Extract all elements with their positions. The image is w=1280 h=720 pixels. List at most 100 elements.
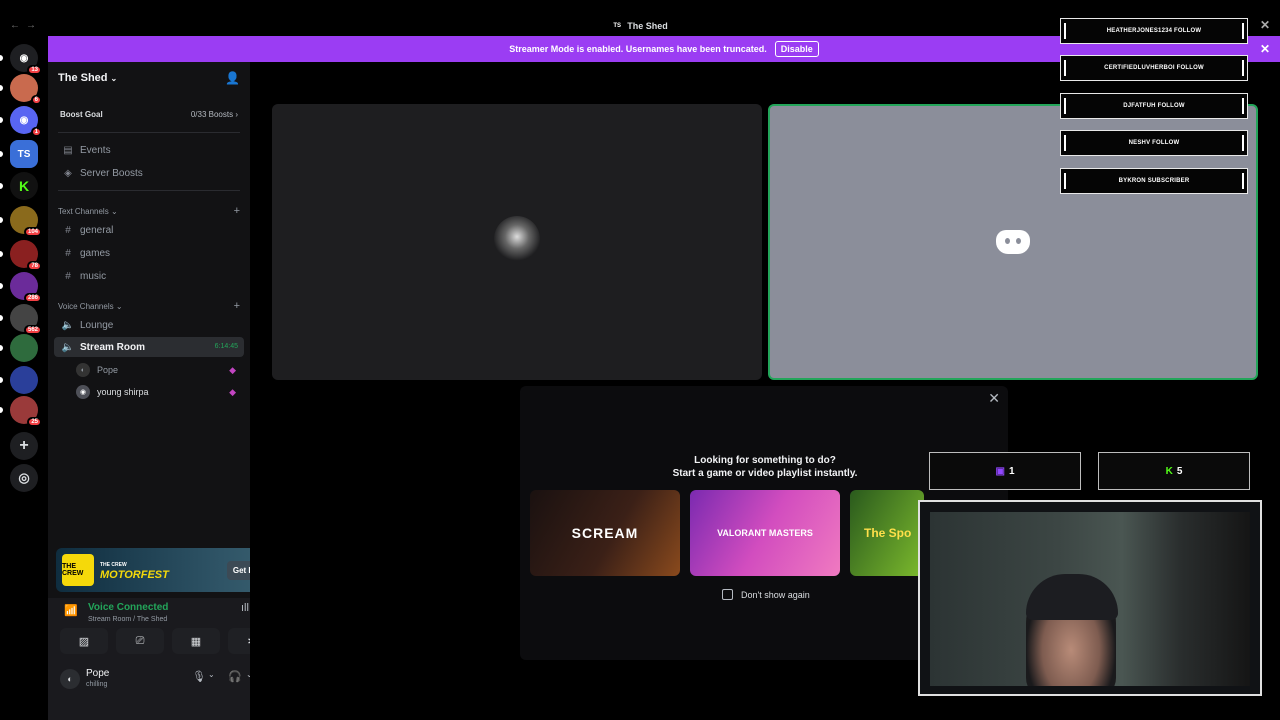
create-channel-icon[interactable]: + (234, 205, 240, 217)
server-glyph: K (18, 178, 30, 194)
voice-user-name: young shirpa (97, 387, 149, 397)
channel-general[interactable]: # general (54, 220, 244, 240)
category-label: Voice Channels (58, 302, 114, 311)
activity-card-scream[interactable]: SCREAM (530, 490, 680, 576)
checkbox[interactable] (722, 589, 733, 600)
window-close-icon[interactable]: ✕ (1260, 18, 1270, 32)
activity-card-valorant[interactable]: VALORANT MASTERS (690, 490, 840, 576)
speaker-icon: 🔈 (61, 319, 75, 331)
participant-tile-pope[interactable] (272, 104, 762, 380)
disable-streamer-mode-button[interactable]: Disable (774, 41, 819, 57)
signal-icon[interactable]: 📶 (64, 604, 78, 617)
channel-games[interactable]: # games (54, 243, 244, 263)
microphone-icon[interactable]: 🎙 (192, 670, 206, 683)
unread-badge: 25 (27, 417, 42, 427)
card-title: SCREAM (571, 525, 639, 541)
sidebar-item-server-boosts[interactable]: ◈ Server Boosts (54, 163, 244, 183)
server-icon-server-5[interactable]: 286 (0, 272, 42, 303)
calendar-icon: ▤ (63, 144, 73, 156)
unread-badge: 13 (27, 65, 42, 75)
activity-card-third[interactable]: The Spo (850, 490, 924, 576)
channel-label: Lounge (80, 319, 114, 331)
user-avatar[interactable]: ◐ (60, 669, 80, 689)
voice-status[interactable]: Voice Connected (88, 602, 168, 613)
activities-button[interactable]: ▦ (172, 628, 220, 654)
chevron-down-icon: ⌄ (110, 74, 118, 83)
boost-icon: ◈ (64, 167, 72, 179)
kick-viewer-count: K5 (1098, 452, 1250, 490)
subscriber-alert: BYKRON SUBSCRIBER (1060, 168, 1248, 194)
stream-timer: 6:14:45 (214, 343, 238, 350)
server-icon-server-7[interactable] (0, 334, 38, 362)
unread-indicator (0, 251, 3, 257)
webcam-frame (918, 500, 1262, 696)
unread-badge: 104 (23, 227, 42, 237)
promo-title: THE CREW MOTORFEST (100, 560, 200, 581)
unread-badge: 78 (27, 261, 42, 271)
boost-goal-label: Boost Goal (60, 109, 103, 119)
channel-lounge[interactable]: 🔈 Lounge (54, 315, 244, 335)
activities-icon: ▦ (190, 635, 202, 648)
chevron-right-icon: › (235, 109, 238, 119)
server-icon-server-4[interactable]: 78 (0, 240, 42, 271)
alert-text: BYKRON SUBSCRIBER (1118, 178, 1190, 184)
dont-show-again-checkbox[interactable]: Don't show again (722, 589, 810, 600)
server-icon-server-8[interactable] (0, 366, 38, 394)
create-channel-icon[interactable]: + (234, 300, 240, 312)
hash-icon: # (65, 247, 71, 259)
chevron-down-icon[interactable]: ⌄ (208, 670, 215, 679)
sidebar-item-events[interactable]: ▤ Events (54, 140, 244, 160)
chevron-down-icon: ⌄ (110, 207, 118, 216)
camera-button[interactable]: ▨ (60, 628, 108, 654)
unread-indicator (0, 117, 3, 123)
channel-label: games (80, 247, 111, 259)
invite-people-icon[interactable]: 👤 (225, 71, 240, 85)
server-name: The Shed (58, 72, 108, 84)
unread-indicator (0, 407, 3, 413)
channel-music[interactable]: # music (54, 266, 244, 286)
server-icon-server-the-shed[interactable]: TS (0, 140, 38, 168)
screen-share-button[interactable]: ⎚ (116, 628, 164, 654)
voice-user[interactable]: ◐ Pope ◆ (76, 361, 244, 379)
boost-goal[interactable]: Boost Goal 0/33 Boosts › (54, 104, 244, 124)
follow-alert: HEATHERJONES1234 FOLLOW (1060, 18, 1248, 44)
banner-close-icon[interactable]: ✕ (1260, 42, 1270, 56)
voice-user[interactable]: ◉ young shirpa ◆ (76, 383, 244, 401)
card-title: The Spo (864, 526, 912, 540)
category-label: Text Channels (58, 207, 109, 216)
avatar: ◉ (76, 385, 90, 399)
text-channels-category[interactable]: Text Channels ⌄ + (58, 205, 240, 217)
server-icon-server-9[interactable]: 25 (0, 396, 42, 427)
banner-message: Streamer Mode is enabled. Usernames have… (509, 44, 767, 54)
close-icon[interactable]: ✕ (988, 390, 1000, 407)
headphones-icon[interactable]: 🎧 (228, 670, 242, 683)
add-server-icon[interactable]: + (10, 432, 38, 460)
kick-icon: K (1165, 465, 1173, 477)
streaming-icon: ◆ (229, 386, 236, 397)
server-icon-server-kick[interactable]: K (0, 172, 38, 200)
voice-channels-category[interactable]: Voice Channels ⌄ + (58, 300, 240, 312)
explore-icon[interactable]: ◎ (10, 464, 38, 492)
checkbox-label: Don't show again (741, 589, 810, 600)
voice-user-name: Pope (97, 365, 119, 375)
server-header[interactable]: The Shed ⌄ (58, 72, 117, 84)
server-rail: ◉ 13 6 ◉ 1 TS K 104 78 286 562 25 + ◎ (0, 36, 48, 720)
server-icon-direct-messages[interactable]: ◉ 13 (0, 44, 42, 75)
channel-stream-room[interactable]: 🔈 Stream Room 6:14:45 (54, 337, 244, 357)
server-icon-server-2[interactable]: ◉ 1 (0, 106, 42, 137)
kick-count: 5 (1176, 465, 1183, 477)
server-icon-server-6[interactable]: 562 (0, 304, 42, 335)
voice-location: Stream Room / The Shed (88, 616, 168, 623)
nav-arrows[interactable]: ←→ (10, 20, 42, 31)
webcam-feed (930, 512, 1250, 686)
channel-label: Stream Room (80, 341, 146, 353)
alert-text: HEATHERJONES1234 FOLLOW (1106, 28, 1202, 34)
boost-count: 0/33 Boosts (190, 109, 234, 119)
server-icon-server-1[interactable]: 6 (0, 74, 42, 105)
hash-icon: # (65, 270, 71, 282)
game-logo: THE CREW (62, 554, 94, 586)
unread-indicator (0, 55, 3, 61)
card-title: VALORANT MASTERS (717, 528, 813, 538)
twitch-count: 1 (1008, 465, 1015, 477)
server-icon-server-3[interactable]: 104 (0, 206, 42, 237)
